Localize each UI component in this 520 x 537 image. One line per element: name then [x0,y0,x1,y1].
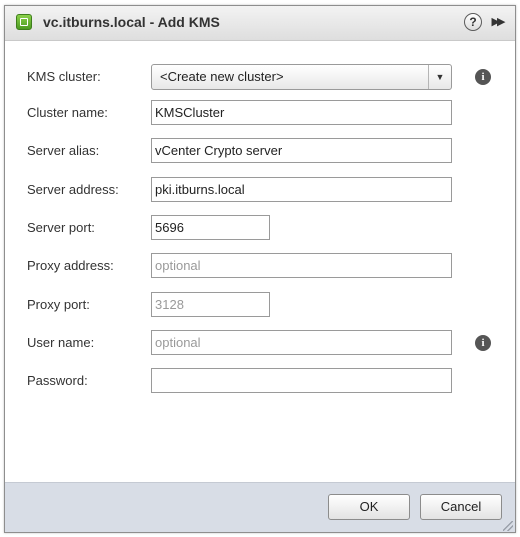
cluster-name-label: Cluster name: [27,105,108,120]
server-address-input[interactable]: pki.itburns.local [151,177,452,202]
dialog-footer: OK Cancel [5,482,515,532]
chevron-down-icon[interactable]: ▼ [428,65,451,89]
kms-cluster-info-icon[interactable]: i [475,69,491,85]
kms-cluster-selected-value: <Create new cluster> [160,69,284,84]
password-label: Password: [27,373,88,388]
proxy-port-label: Proxy port: [27,297,90,312]
ok-button[interactable]: OK [328,494,410,520]
resize-grip-icon[interactable] [503,521,513,531]
dialog-title: vc.itburns.local - Add KMS [43,14,220,30]
server-address-label: Server address: [27,182,119,197]
user-name-input[interactable]: optional [151,330,452,355]
server-alias-input[interactable]: vCenter Crypto server [151,138,452,163]
dialog-titlebar[interactable]: vc.itburns.local - Add KMS ? ▶▶ [5,6,515,41]
cancel-button[interactable]: Cancel [420,494,502,520]
cluster-name-row: Cluster name: KMSCluster [5,100,515,128]
proxy-address-row: Proxy address: optional [5,253,515,281]
kms-cluster-row: KMS cluster: <Create new cluster> ▼ i [5,64,515,92]
expand-icon[interactable]: ▶▶ [489,13,506,31]
server-port-input[interactable]: 5696 [151,215,270,240]
dialog-content: KMS cluster: <Create new cluster> ▼ i Cl… [5,41,515,482]
proxy-port-row: Proxy port: 3128 [5,292,515,320]
proxy-address-input[interactable]: optional [151,253,452,278]
server-alias-label: Server alias: [27,143,100,158]
password-input[interactable] [151,368,452,393]
user-name-label: User name: [27,335,95,350]
vsphere-app-icon [16,14,32,30]
password-row: Password: [5,368,515,396]
server-port-label: Server port: [27,220,95,235]
user-name-row: User name: optional i [5,330,515,358]
server-address-row: Server address: pki.itburns.local [5,177,515,205]
add-kms-dialog: vc.itburns.local - Add KMS ? ▶▶ KMS clus… [4,5,516,533]
server-port-row: Server port: 5696 [5,215,515,243]
kms-cluster-select[interactable]: <Create new cluster> ▼ [151,64,452,90]
proxy-address-label: Proxy address: [27,258,114,273]
cluster-name-input[interactable]: KMSCluster [151,100,452,125]
proxy-port-input[interactable]: 3128 [151,292,270,317]
kms-cluster-label: KMS cluster: [27,69,101,84]
user-name-info-icon[interactable]: i [475,335,491,351]
server-alias-row: Server alias: vCenter Crypto server [5,138,515,166]
help-icon[interactable]: ? [464,13,482,31]
